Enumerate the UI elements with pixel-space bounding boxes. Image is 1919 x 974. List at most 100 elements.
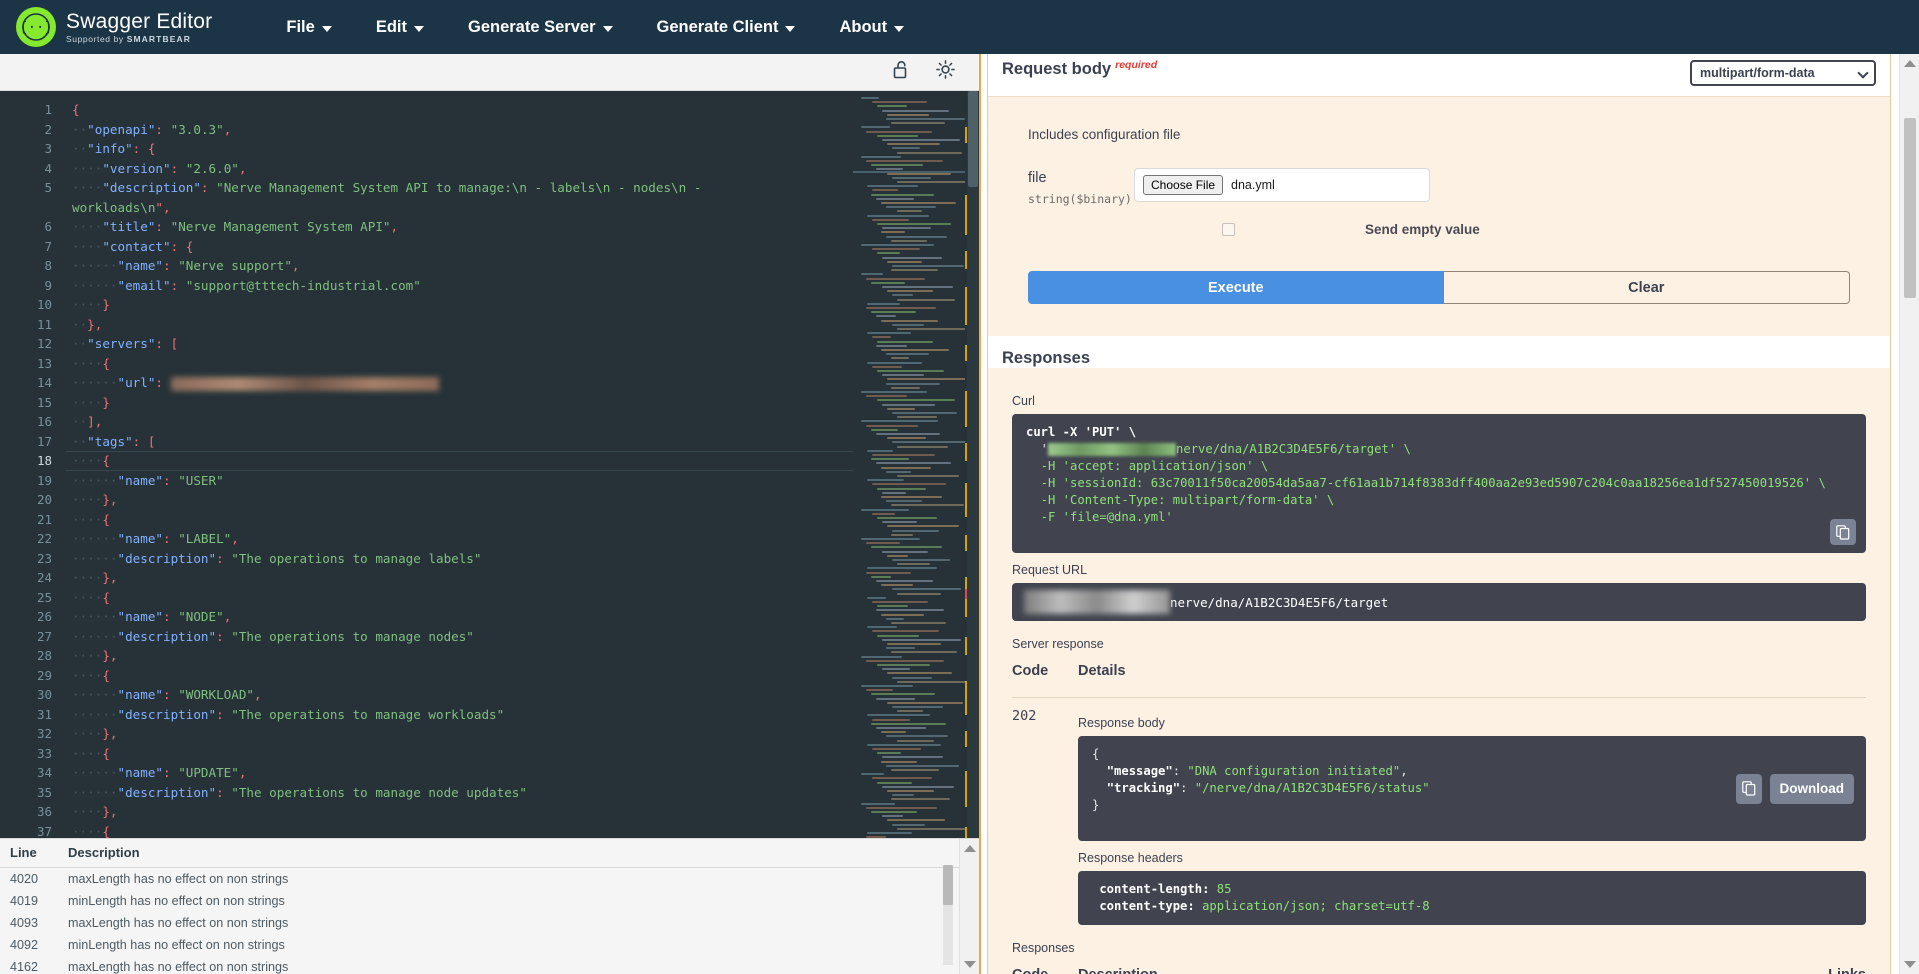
- errors-scrollbar-thumb[interactable]: [943, 865, 953, 905]
- error-description: maxLength has no effect on non strings: [46, 916, 288, 930]
- app-title: Swagger Editor: [66, 11, 212, 32]
- scroll-down-arrow-icon[interactable]: [1904, 961, 1916, 968]
- copy-response-button[interactable]: [1736, 774, 1762, 804]
- redacted-base-url: [1048, 443, 1176, 456]
- error-description: maxLength has no effect on non strings: [46, 960, 288, 974]
- curl-line-1: curl -X 'PUT' \: [1026, 425, 1136, 439]
- response-value-tracking: "/nerve/dna/A1B2C3D4E5F6/status": [1195, 781, 1430, 795]
- errors-outer-scrollbar[interactable]: [959, 839, 979, 974]
- errors-col-line: Line: [0, 845, 46, 860]
- send-empty-value-row: Send empty value: [1222, 222, 1866, 237]
- swagger-logo-icon: {··}: [16, 7, 56, 47]
- media-type-select-wrapper[interactable]: multipart/form-data: [1690, 60, 1876, 86]
- operation-block: Request body required multipart/form-dat…: [987, 54, 1891, 974]
- menu-label-about: About: [839, 18, 887, 37]
- scroll-up-arrow-icon[interactable]: [1904, 60, 1916, 67]
- swagger-vertical-scrollbar[interactable]: [1899, 54, 1919, 974]
- smartbear-brand: SMARTBEAR: [127, 34, 191, 44]
- execute-button[interactable]: Execute: [1028, 271, 1444, 304]
- curl-header-content-type: -H 'Content-Type: multipart/form-data' \: [1026, 493, 1334, 507]
- response-headers-block: content-length: 85 content-type: applica…: [1078, 871, 1866, 925]
- error-line-number: 4019: [0, 894, 46, 908]
- request-url-label: Request URL: [1012, 563, 1866, 577]
- errors-inner-scrollbar[interactable]: [943, 865, 953, 965]
- editor-scrollbar-thumb[interactable]: [968, 91, 978, 187]
- error-row[interactable]: 4019minLength has no effect on non strin…: [0, 890, 979, 912]
- request-body-header: Request body required multipart/form-dat…: [988, 54, 1890, 97]
- responses-col-description: Description: [1078, 967, 1158, 974]
- file-upload-field[interactable]: Choose File dna.yml: [1134, 168, 1430, 202]
- response-key-tracking: "tracking": [1107, 781, 1180, 795]
- app-subtitle: Supported by SMARTBEAR: [66, 35, 212, 44]
- header-value-content-type: application/json; charset=utf-8: [1202, 899, 1429, 913]
- editor-pane: 12345.6789101112131415161718192021222324…: [0, 54, 979, 974]
- request-body-title-group: Request body required: [1002, 60, 1157, 79]
- file-parameter-type: string($binary): [1028, 192, 1120, 206]
- editor-toolbar: [0, 54, 979, 91]
- bottom-responses-label: Responses: [1012, 941, 1866, 955]
- chevron-down-icon: [603, 26, 613, 32]
- response-body-block: { "message": "DNA configuration initiate…: [1078, 736, 1866, 841]
- menu-item-about[interactable]: About: [817, 10, 926, 45]
- choose-file-button[interactable]: Choose File: [1143, 175, 1223, 195]
- request-body-content: Includes configuration file file string(…: [988, 97, 1890, 336]
- media-type-select[interactable]: multipart/form-data: [1690, 60, 1876, 86]
- error-description: maxLength has no effect on non strings: [46, 872, 288, 886]
- svg-text:{··}: {··}: [22, 20, 50, 36]
- send-empty-value-checkbox[interactable]: [1222, 223, 1235, 236]
- curl-form-field: -F 'file=@dna.yml': [1026, 510, 1173, 524]
- error-description: minLength has no effect on non strings: [46, 938, 285, 952]
- line-number-gutter: 12345.6789101112131415161718192021222324…: [0, 91, 66, 838]
- error-line-number: 4162: [0, 960, 46, 974]
- operation-accent-rail: [979, 54, 981, 974]
- download-response-button[interactable]: Download: [1770, 774, 1855, 804]
- menu-label-edit: Edit: [376, 18, 407, 37]
- send-empty-value-label: Send empty value: [1365, 222, 1480, 237]
- sun-brightness-icon[interactable]: [936, 60, 955, 84]
- scroll-up-arrow-icon[interactable]: [964, 845, 976, 852]
- response-body-actions: Download: [1736, 774, 1855, 804]
- editor-minimap[interactable]: [853, 91, 965, 838]
- col-code-header: Code: [1012, 663, 1078, 679]
- responses-content: Curl curl -X 'PUT' \ 'nerve/dna/A1B2C3D4…: [988, 368, 1890, 974]
- request-body-label: Request body: [1002, 60, 1111, 79]
- main-menu: File Edit Generate Server Generate Clien…: [264, 10, 926, 45]
- responses-heading: Responses: [1002, 349, 1876, 368]
- file-parameter-row: file string($binary) Choose File dna.yml: [1028, 168, 1866, 206]
- header-name-content-length: content-length:: [1099, 882, 1209, 896]
- app-logo[interactable]: {··} Swagger Editor Supported by SMARTBE…: [16, 7, 212, 47]
- menu-item-generate-client[interactable]: Generate Client: [635, 10, 818, 45]
- error-row[interactable]: 4020maxLength has no effect on non strin…: [0, 868, 979, 890]
- error-line-number: 4092: [0, 938, 46, 952]
- clear-button[interactable]: Clear: [1444, 271, 1850, 304]
- scroll-down-arrow-icon[interactable]: [964, 961, 976, 968]
- response-status-code: 202: [1012, 706, 1078, 925]
- errors-table-header: Line Description: [0, 839, 979, 868]
- menu-item-generate-server[interactable]: Generate Server: [446, 10, 635, 45]
- response-value-message: "DNA configuration initiated": [1187, 764, 1400, 778]
- chevron-down-icon: [894, 26, 904, 32]
- curl-header-accept: -H 'accept: application/json' \: [1026, 459, 1268, 473]
- error-row[interactable]: 4162maxLength has no effect on non strin…: [0, 956, 979, 974]
- code-editor[interactable]: 12345.6789101112131415161718192021222324…: [0, 91, 979, 838]
- server-response-table-header: Code Details: [1012, 663, 1866, 687]
- error-row[interactable]: 4092minLength has no effect on non strin…: [0, 934, 979, 956]
- swagger-scrollbar-thumb[interactable]: [1904, 118, 1916, 298]
- header-name-content-type: content-type:: [1099, 899, 1194, 913]
- menu-item-file[interactable]: File: [264, 10, 353, 45]
- responses-table-header: Code Description Links: [1012, 967, 1866, 974]
- code-content[interactable]: {··"openapi": "3.0.3",··"info": {····"ve…: [66, 91, 853, 838]
- curl-url-suffix: nerve/dna/A1B2C3D4E5F6/target' \: [1176, 442, 1411, 456]
- file-parameter-name: file: [1028, 170, 1120, 186]
- menu-item-edit[interactable]: Edit: [354, 10, 446, 45]
- chevron-down-icon: [322, 26, 332, 32]
- swagger-ui-pane: Request body required multipart/form-dat…: [979, 54, 1919, 974]
- unlocked-padlock-icon[interactable]: [893, 60, 910, 84]
- response-key-message: "message": [1107, 764, 1173, 778]
- copy-curl-button[interactable]: [1830, 519, 1856, 545]
- error-row[interactable]: 4093maxLength has no effect on non strin…: [0, 912, 979, 934]
- chevron-down-icon: [785, 26, 795, 32]
- required-badge: required: [1115, 59, 1157, 71]
- responses-header-section: Responses: [988, 336, 1890, 368]
- editor-vertical-scrollbar[interactable]: [967, 91, 979, 838]
